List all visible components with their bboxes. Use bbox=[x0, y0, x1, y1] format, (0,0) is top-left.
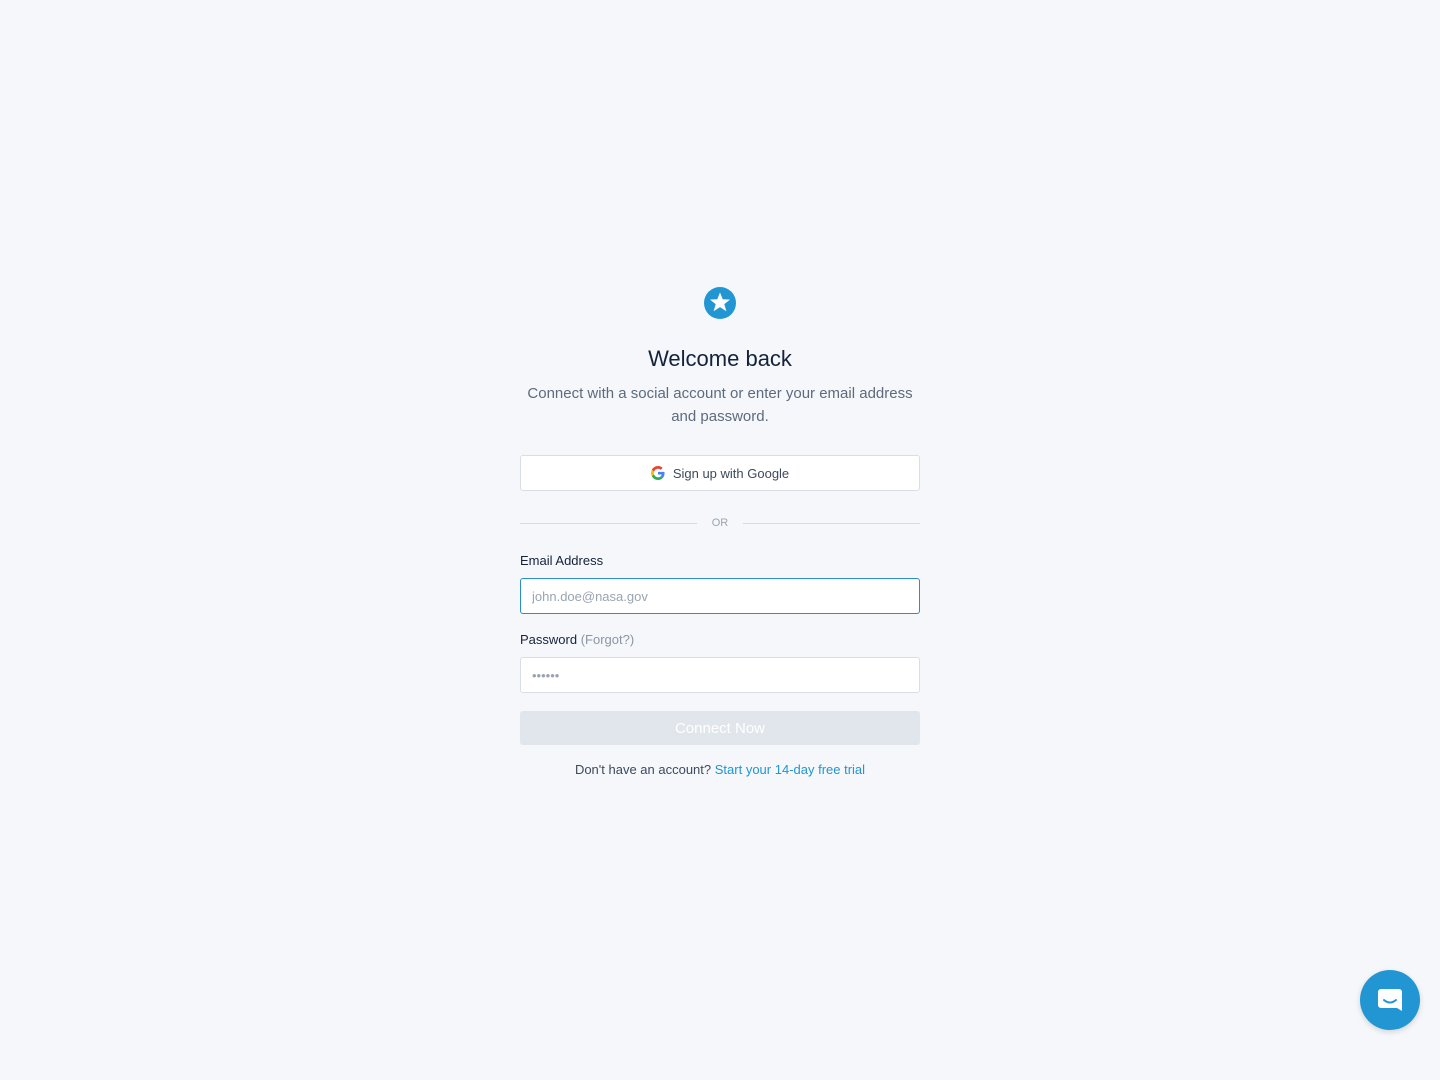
page-subtitle: Connect with a social account or enter y… bbox=[527, 385, 913, 425]
password-label-text: Password bbox=[520, 632, 578, 647]
divider-line-left bbox=[520, 522, 697, 524]
free-trial-link[interactable]: Start your 14-day free trial bbox=[715, 762, 865, 777]
or-divider: OR bbox=[520, 517, 920, 529]
chat-bubble-icon bbox=[1378, 989, 1402, 1011]
divider-text: OR bbox=[711, 517, 729, 529]
signup-prompt: Don't have an account? Start your 14-day… bbox=[520, 762, 920, 777]
login-card: Welcome back Connect with a social accou… bbox=[520, 286, 920, 777]
google-signup-label: Sign up with Google bbox=[672, 465, 790, 481]
star-badge-icon bbox=[704, 287, 736, 319]
password-label: Password (Forgot?) bbox=[520, 632, 920, 648]
chat-launcher-button[interactable] bbox=[1360, 970, 1420, 1030]
password-field[interactable] bbox=[520, 657, 920, 693]
google-g-icon bbox=[650, 466, 665, 480]
forgot-password-link[interactable]: (Forgot?) bbox=[581, 632, 634, 647]
connect-now-button[interactable]: Connect Now bbox=[520, 711, 920, 745]
google-signup-button[interactable]: Sign up with Google bbox=[520, 455, 920, 491]
page-title: Welcome back bbox=[648, 346, 792, 371]
email-label: Email Address bbox=[520, 553, 920, 569]
divider-line-right bbox=[743, 522, 920, 524]
email-field[interactable] bbox=[520, 578, 920, 614]
email-label-text: Email Address bbox=[520, 553, 604, 568]
login-page: Welcome back Connect with a social accou… bbox=[0, 0, 1440, 1080]
signup-prompt-text: Don't have an account? bbox=[574, 762, 712, 777]
